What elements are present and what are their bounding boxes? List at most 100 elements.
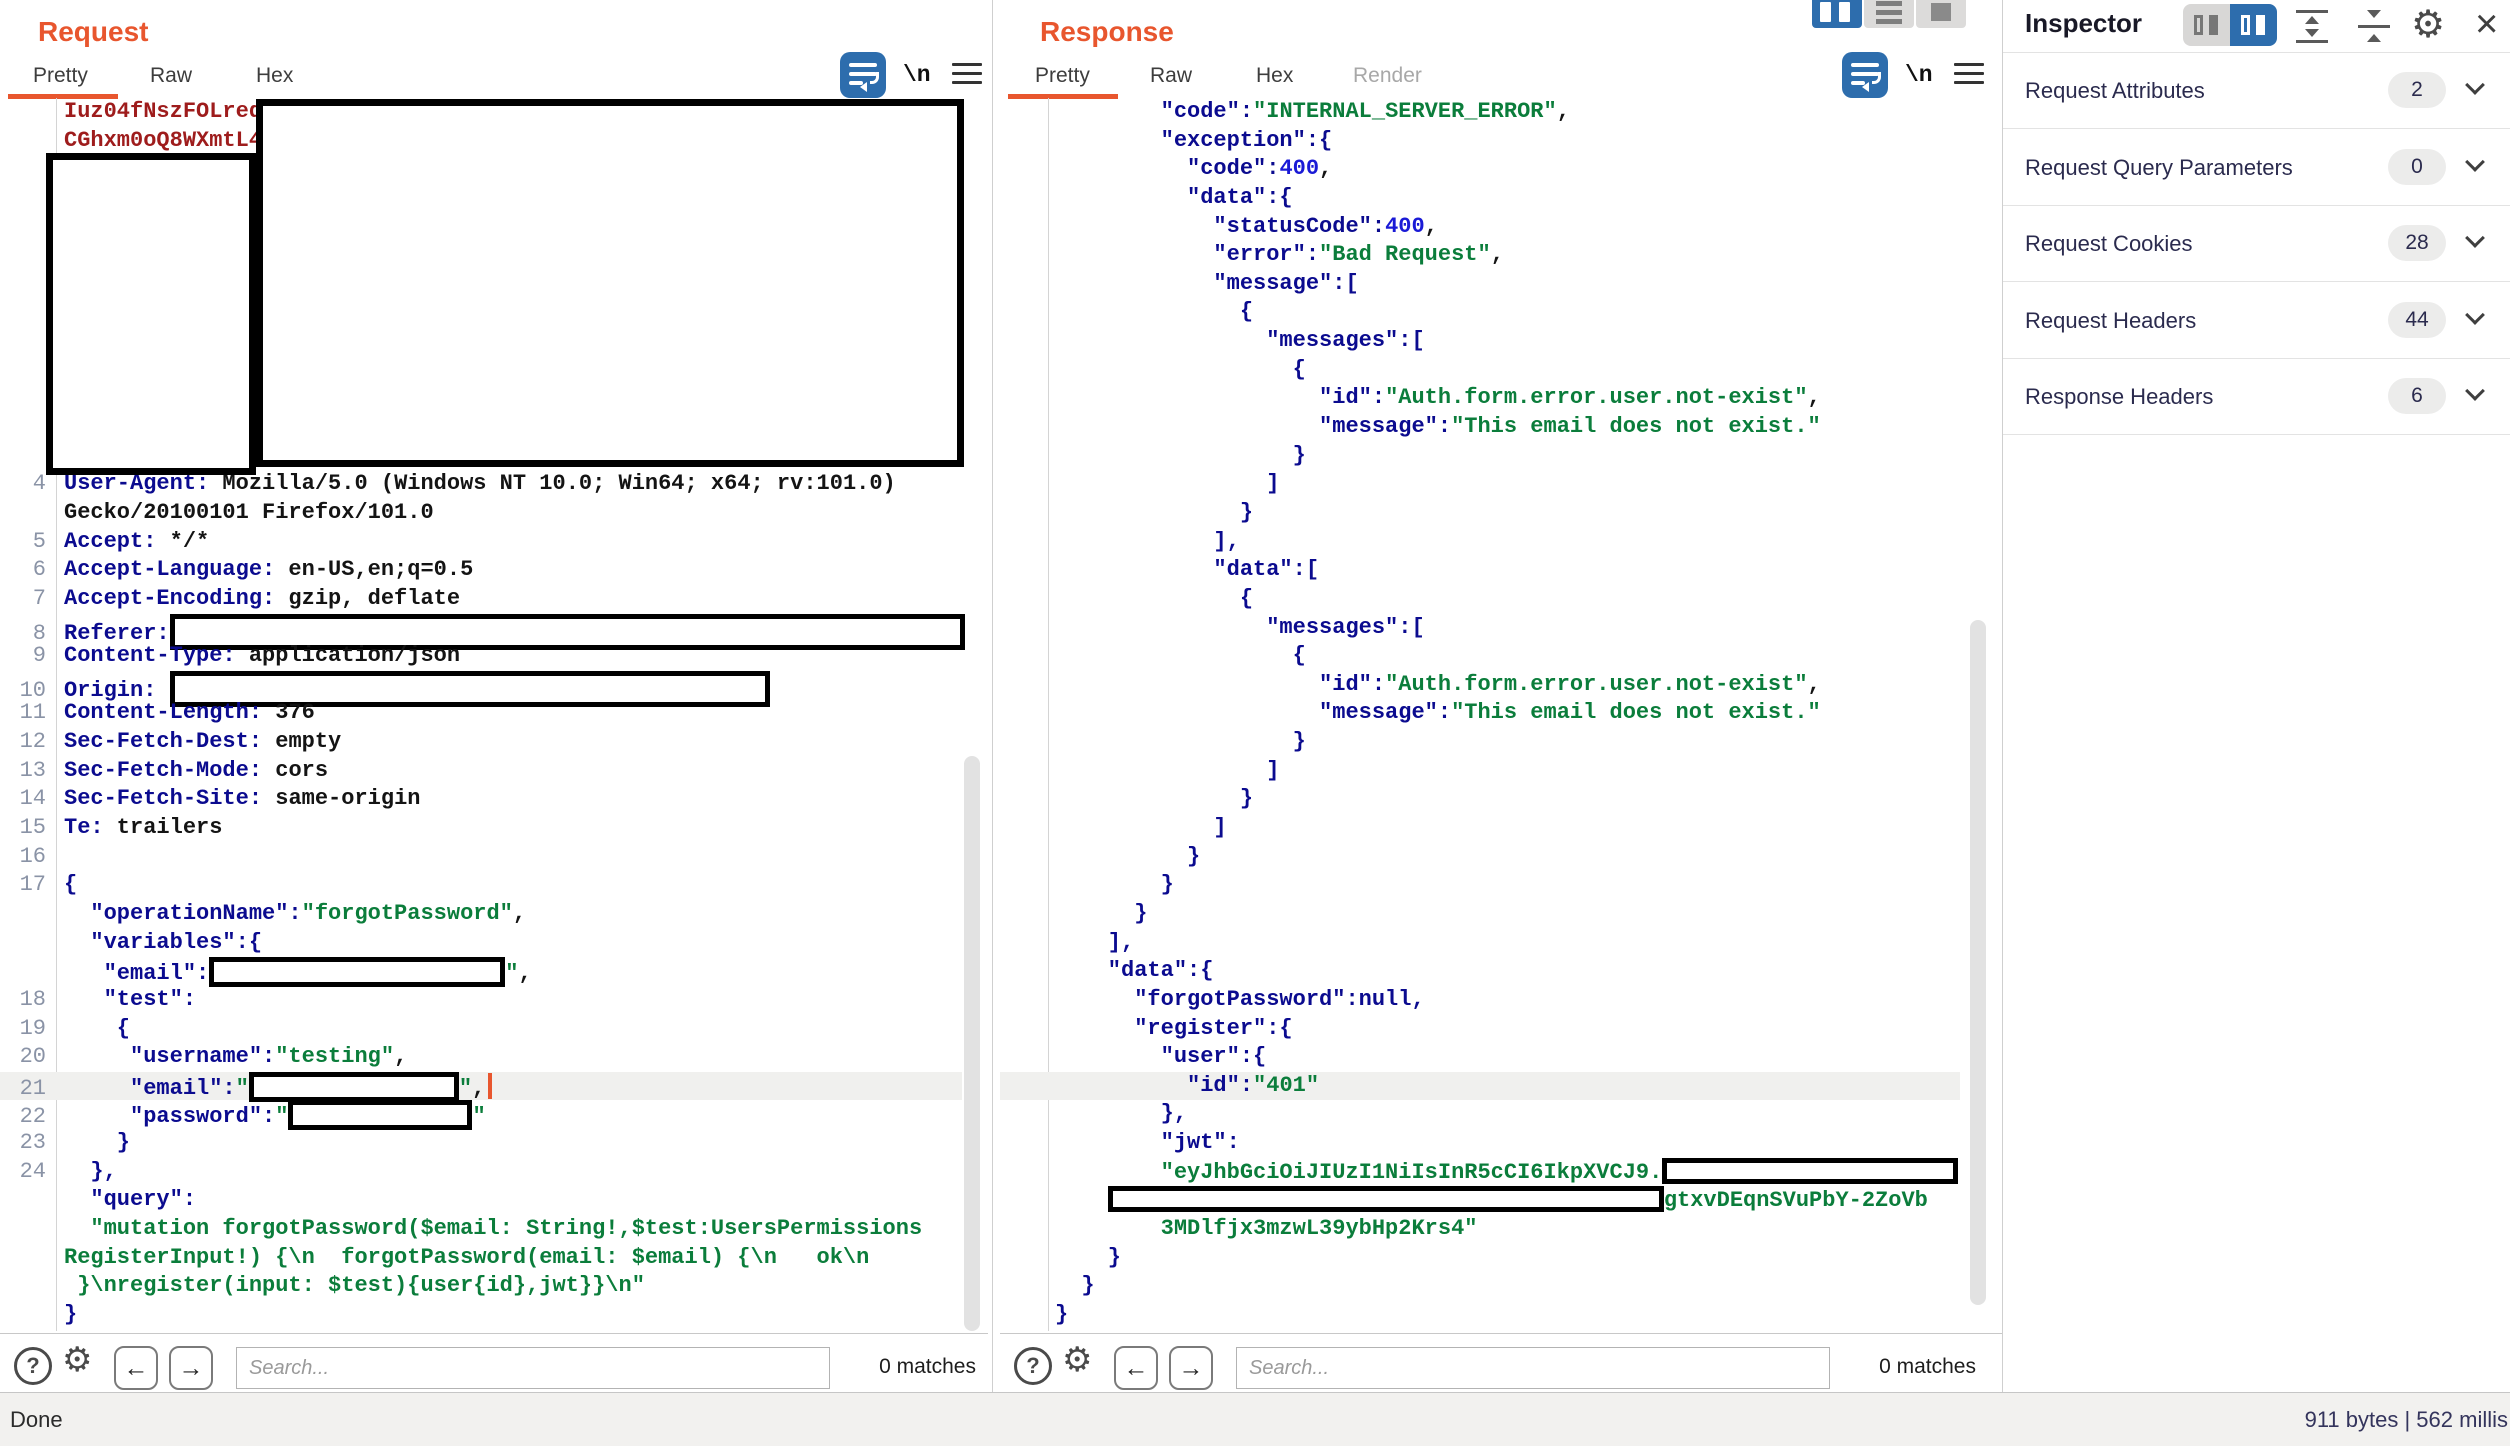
- tab-hex[interactable]: Hex: [1256, 64, 1293, 88]
- layout-rows-button[interactable]: [1864, 0, 1914, 28]
- tab-render[interactable]: Render: [1353, 64, 1422, 88]
- code-line[interactable]: "query":: [0, 1186, 962, 1215]
- word-wrap-icon[interactable]: [840, 52, 886, 98]
- gear-icon[interactable]: ⚙: [1062, 1340, 1092, 1380]
- code-line[interactable]: 13Sec-Fetch-Mode: cors: [0, 757, 962, 786]
- chevron-down-icon[interactable]: [2465, 228, 2485, 248]
- help-icon[interactable]: ?: [1014, 1347, 1052, 1385]
- inspector-section-request-query-parameters[interactable]: Request Query Parameters0: [2003, 129, 2510, 205]
- line-number: 20: [0, 1043, 54, 1072]
- layout-single-button[interactable]: [1916, 0, 1966, 28]
- tab-pretty[interactable]: Pretty: [1035, 64, 1090, 88]
- chevron-down-icon[interactable]: [2465, 305, 2485, 325]
- previous-match-button[interactable]: ←: [1114, 1346, 1158, 1390]
- request-scrollbar[interactable]: [964, 756, 980, 1331]
- code-line[interactable]: }\nregister(input: $test){user{id},jwt}}…: [0, 1272, 962, 1301]
- code-line[interactable]: 14Sec-Fetch-Site: same-origin: [0, 785, 962, 814]
- line-number: 14: [0, 785, 54, 814]
- expand-all-icon[interactable]: [2296, 10, 2328, 44]
- chevron-down-icon[interactable]: [2465, 152, 2485, 172]
- code-text: "forgotPassword":null,: [1055, 987, 1425, 1012]
- code-line[interactable]: 21 "email":"",: [0, 1072, 962, 1101]
- line-number: 21: [0, 1075, 54, 1104]
- gear-icon[interactable]: ⚙: [62, 1340, 92, 1380]
- code-line: "jwt":: [1000, 1129, 1960, 1158]
- collapse-all-icon[interactable]: [2358, 10, 2390, 44]
- show-newlines-toggle[interactable]: \n: [903, 62, 931, 88]
- code-line: }: [1000, 900, 1960, 929]
- panel-divider[interactable]: [992, 0, 993, 1392]
- tab-raw[interactable]: Raw: [1150, 64, 1192, 88]
- section-label: Request Attributes: [2025, 78, 2205, 104]
- tab-hex[interactable]: Hex: [256, 64, 293, 88]
- count-badge: 28: [2388, 225, 2446, 261]
- code-line[interactable]: 16: [0, 843, 962, 872]
- response-scrollbar[interactable]: [1970, 620, 1986, 1305]
- code-text: empty: [262, 729, 341, 754]
- previous-match-button[interactable]: ←: [114, 1346, 158, 1390]
- section-label: Request Cookies: [2025, 231, 2193, 257]
- code-line[interactable]: 23 }: [0, 1129, 962, 1158]
- close-icon[interactable]: ×: [2475, 2, 2498, 47]
- code-line[interactable]: 5Accept: */*: [0, 528, 962, 557]
- layout-columns-button[interactable]: [1812, 0, 1862, 28]
- code-line[interactable]: "operationName":"forgotPassword",: [0, 900, 962, 929]
- word-wrap-icon[interactable]: [1842, 52, 1888, 98]
- code-line[interactable]: "email":",: [0, 957, 962, 986]
- hamburger-menu-icon[interactable]: [1954, 63, 1984, 87]
- code-line[interactable]: 17{: [0, 871, 962, 900]
- code-line[interactable]: 7Accept-Encoding: gzip, deflate: [0, 585, 962, 614]
- next-match-button[interactable]: →: [169, 1346, 213, 1390]
- code-line[interactable]: 6Accept-Language: en-US,en;q=0.5: [0, 556, 962, 585]
- code-text: "data":{: [1055, 185, 1293, 210]
- code-line[interactable]: Gecko/20100101 Firefox/101.0: [0, 499, 962, 528]
- inspector-section-request-cookies[interactable]: Request Cookies 28: [2003, 205, 2510, 281]
- code-line[interactable]: "variables":{: [0, 929, 962, 958]
- tab-raw[interactable]: Raw: [150, 64, 192, 88]
- code-line[interactable]: 24 },: [0, 1158, 962, 1187]
- code-line[interactable]: 15Te: trailers: [0, 814, 962, 843]
- inspector-dock-left-button[interactable]: [2183, 4, 2230, 46]
- inspector-section-request-attributes[interactable]: Request Attributes2: [2003, 52, 2510, 128]
- code-line[interactable]: 20 "username":"testing",: [0, 1043, 962, 1072]
- code-text: User-Agent:: [64, 471, 209, 496]
- code-text: "forgotPassword": [302, 901, 513, 926]
- chevron-down-icon[interactable]: [2465, 75, 2485, 95]
- code-line[interactable]: RegisterInput!) {\n forgotPassword(email…: [0, 1244, 962, 1273]
- inspector-dock-right-button[interactable]: [2230, 4, 2277, 46]
- code-line: "forgotPassword":null,: [1000, 986, 1960, 1015]
- hamburger-menu-icon[interactable]: [952, 63, 982, 87]
- code-line[interactable]: 19 {: [0, 1015, 962, 1044]
- next-match-button[interactable]: →: [1169, 1346, 1213, 1390]
- inspector-section-request-headers[interactable]: Request Headers44: [2003, 282, 2510, 358]
- code-line: }: [1000, 1301, 1960, 1330]
- show-newlines-toggle[interactable]: \n: [1905, 62, 1933, 88]
- request-search-input[interactable]: [236, 1347, 830, 1389]
- inspector-settings-icon[interactable]: ⚙: [2411, 2, 2445, 46]
- code-line[interactable]: 10Origin:: [0, 671, 962, 700]
- code-line: }: [1000, 843, 1960, 872]
- code-text: Te:: [64, 815, 104, 840]
- code-line[interactable]: "mutation forgotPassword($email: String!…: [0, 1215, 962, 1244]
- code-line: ],: [1000, 528, 1960, 557]
- response-viewer: "code":"INTERNAL_SERVER_ERROR", "excepti…: [1000, 98, 1960, 1330]
- code-line[interactable]: }: [0, 1301, 962, 1330]
- inspector-section-response-headers[interactable]: Response Headers6: [2003, 358, 2510, 434]
- code-text: "message":: [1055, 700, 1451, 725]
- help-icon[interactable]: ?: [14, 1347, 52, 1385]
- code-text: "jwt":: [1055, 1130, 1240, 1155]
- code-line[interactable]: 22 "password":"": [0, 1100, 962, 1129]
- response-search-input[interactable]: [1236, 1347, 1830, 1389]
- chevron-down-icon[interactable]: [2465, 381, 2485, 401]
- code-line[interactable]: 8Referer:: [0, 614, 962, 643]
- code-text: ,: [1319, 156, 1332, 181]
- code-line: ]: [1000, 814, 1960, 843]
- response-panel-title: Response: [1040, 16, 1174, 48]
- code-line[interactable]: 18 "test":: [0, 986, 962, 1015]
- code-text: "Bad Request": [1319, 242, 1491, 267]
- tab-pretty[interactable]: Pretty: [33, 64, 88, 88]
- code-line[interactable]: 12Sec-Fetch-Dest: empty: [0, 728, 962, 757]
- code-text: Content-Length:: [64, 700, 262, 725]
- code-text: Accept:: [64, 529, 156, 554]
- count-badge: 44: [2388, 302, 2446, 338]
